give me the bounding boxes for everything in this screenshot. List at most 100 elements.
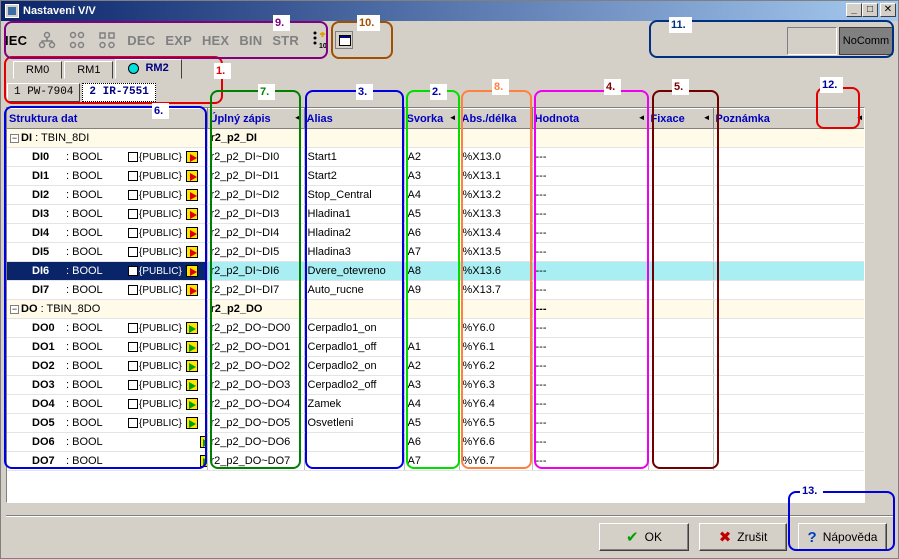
cell-structure[interactable]: − DO : TBIN_8DO [7, 299, 208, 319]
cell-alias[interactable]: Cerpadlo2_on [304, 356, 405, 376]
col-structure[interactable]: Struktura dat [7, 108, 208, 129]
cell-full[interactable]: r2_p2_DI~DI3 [207, 204, 305, 224]
cell-note[interactable] [713, 451, 864, 471]
cell-structure[interactable]: DO0: BOOL {PUBLIC} [7, 318, 208, 338]
cell-terminal[interactable] [404, 128, 460, 148]
public-checkbox[interactable] [128, 418, 138, 429]
table-row[interactable]: DO3: BOOL {PUBLIC} r2_p2_DO~DO3 Cerpadlo2_o… [7, 375, 864, 395]
cell-value[interactable]: --- [532, 223, 649, 243]
cell-full[interactable]: r2_p2_DO~DO1 [207, 337, 305, 357]
public-checkbox[interactable] [128, 209, 138, 220]
cell-fix[interactable] [648, 413, 714, 433]
network-icon-3[interactable] [97, 30, 117, 50]
col-terminal[interactable]: Svorka ◄ [404, 108, 460, 129]
col-full[interactable]: Úplný zápis ◄ [207, 108, 305, 129]
cell-fix[interactable] [648, 223, 714, 243]
table-row[interactable]: DI2: BOOL {PUBLIC} r2_p2_DI~DI2 Stop_Centra… [7, 185, 864, 205]
cell-full[interactable]: r2_p2_DO~DO6 [207, 432, 305, 452]
help-button[interactable]: ? Nápověda [798, 523, 887, 551]
cell-note[interactable] [713, 375, 864, 395]
cell-abs[interactable]: %X13.6 [459, 261, 533, 281]
cell-note[interactable] [713, 166, 864, 186]
sort-icon[interactable]: 10 [309, 30, 329, 50]
public-checkbox[interactable] [128, 361, 138, 372]
public-checkbox[interactable] [128, 399, 138, 410]
collapse-icon[interactable]: − [10, 305, 19, 314]
table-row[interactable]: DO1: BOOL {PUBLIC} r2_p2_DO~DO1 Cerpadlo1_o… [7, 337, 864, 357]
table-row[interactable]: DI5: BOOL {PUBLIC} r2_p2_DI~DI5 Hladina3 A7%… [7, 242, 864, 262]
cell-full[interactable]: r2_p2_DO [207, 299, 305, 319]
tab-module-1[interactable]: 1 PW-7904 [7, 83, 81, 102]
cell-abs[interactable]: %X13.7 [459, 280, 533, 300]
cell-value[interactable]: --- [532, 318, 649, 338]
cell-terminal[interactable]: A5 [404, 204, 460, 224]
cell-alias[interactable]: Stop_Central [304, 185, 405, 205]
public-checkbox[interactable] [128, 323, 138, 334]
table-row[interactable]: DO0: BOOL {PUBLIC} r2_p2_DO~DO0 Cerpadlo1_o… [7, 318, 864, 338]
cell-value[interactable]: --- [532, 147, 649, 167]
cell-abs[interactable] [459, 299, 533, 319]
cell-terminal[interactable]: A8 [404, 261, 460, 281]
cell-full[interactable]: r2_p2_DO~DO0 [207, 318, 305, 338]
cell-fix[interactable] [648, 204, 714, 224]
cell-abs[interactable]: %Y6.7 [459, 451, 533, 471]
cell-structure[interactable]: DO7: BOOL [7, 451, 208, 471]
dec-button[interactable]: DEC [127, 33, 155, 48]
cell-alias[interactable] [304, 451, 405, 471]
cell-structure[interactable]: DO6: BOOL [7, 432, 208, 452]
table-row[interactable]: DI7: BOOL {PUBLIC} r2_p2_DI~DI7 Auto_rucne A… [7, 280, 864, 300]
cell-full[interactable]: r2_p2_DI~DI0 [207, 147, 305, 167]
cancel-button[interactable]: ✖ Zrušit [699, 523, 787, 551]
cell-terminal[interactable]: A7 [404, 451, 460, 471]
cell-fix[interactable] [648, 280, 714, 300]
cell-alias[interactable]: Start1 [304, 147, 405, 167]
cell-structure[interactable]: − DI : TBIN_8DI [7, 128, 208, 148]
network-icon-1[interactable] [37, 30, 57, 50]
cell-structure[interactable]: DI0: BOOL {PUBLIC} [7, 147, 208, 167]
cell-abs[interactable]: %X13.1 [459, 166, 533, 186]
table-row[interactable]: DO5: BOOL {PUBLIC} r2_p2_DO~DO5 Osvetleni A5… [7, 413, 864, 433]
cell-terminal[interactable]: A2 [404, 147, 460, 167]
cell-value[interactable]: --- [532, 432, 649, 452]
cell-abs[interactable]: %Y6.4 [459, 394, 533, 414]
cell-note[interactable] [713, 242, 864, 262]
window-icon[interactable] [335, 31, 353, 49]
cell-structure[interactable]: DI4: BOOL {PUBLIC} [7, 223, 208, 243]
public-checkbox[interactable] [128, 266, 138, 277]
title-bar[interactable]: Nastavení V/V _ □ ✕ [1, 1, 898, 21]
cell-abs[interactable]: %Y6.0 [459, 318, 533, 338]
public-checkbox[interactable] [128, 342, 138, 353]
network-icon-2[interactable] [67, 30, 87, 50]
col-alias[interactable]: Alias [304, 108, 405, 129]
cell-value[interactable]: --- [532, 185, 649, 205]
cell-abs[interactable]: %Y6.1 [459, 337, 533, 357]
cell-structure[interactable]: DO2: BOOL {PUBLIC} [7, 356, 208, 376]
cell-terminal[interactable]: A3 [404, 166, 460, 186]
cell-terminal[interactable]: A5 [404, 413, 460, 433]
cell-full[interactable]: r2_p2_DO~DO3 [207, 375, 305, 395]
cell-alias[interactable]: Hladina1 [304, 204, 405, 224]
cell-value[interactable]: --- [532, 261, 649, 281]
cell-note[interactable] [713, 394, 864, 414]
cell-value[interactable]: --- [532, 242, 649, 262]
cell-terminal[interactable]: A4 [404, 185, 460, 205]
cell-alias[interactable]: Zamek [304, 394, 405, 414]
minimize-icon[interactable]: _ [846, 3, 862, 17]
cell-alias[interactable]: Hladina3 [304, 242, 405, 262]
cell-full[interactable]: r2_p2_DO~DO5 [207, 413, 305, 433]
table-row[interactable]: DO6: BOOL r2_p2_DO~DO6 A6 %Y6.6 --- [7, 432, 864, 452]
cell-alias[interactable]: Auto_rucne [304, 280, 405, 300]
exp-button[interactable]: EXP [165, 33, 192, 48]
cell-note[interactable] [713, 147, 864, 167]
cell-alias[interactable]: Cerpadlo1_on [304, 318, 405, 338]
cell-structure[interactable]: DO4: BOOL {PUBLIC} [7, 394, 208, 414]
cell-fix[interactable] [648, 356, 714, 376]
cell-structure[interactable]: DO3: BOOL {PUBLIC} [7, 375, 208, 395]
cell-terminal[interactable]: A3 [404, 375, 460, 395]
cell-fix[interactable] [648, 242, 714, 262]
cell-fix[interactable] [648, 166, 714, 186]
cell-note[interactable] [713, 223, 864, 243]
group-row[interactable]: − DO : TBIN_8DO r2_p2_DO --- [7, 299, 864, 319]
cell-alias[interactable]: Osvetleni [304, 413, 405, 433]
cell-abs[interactable]: %X13.4 [459, 223, 533, 243]
